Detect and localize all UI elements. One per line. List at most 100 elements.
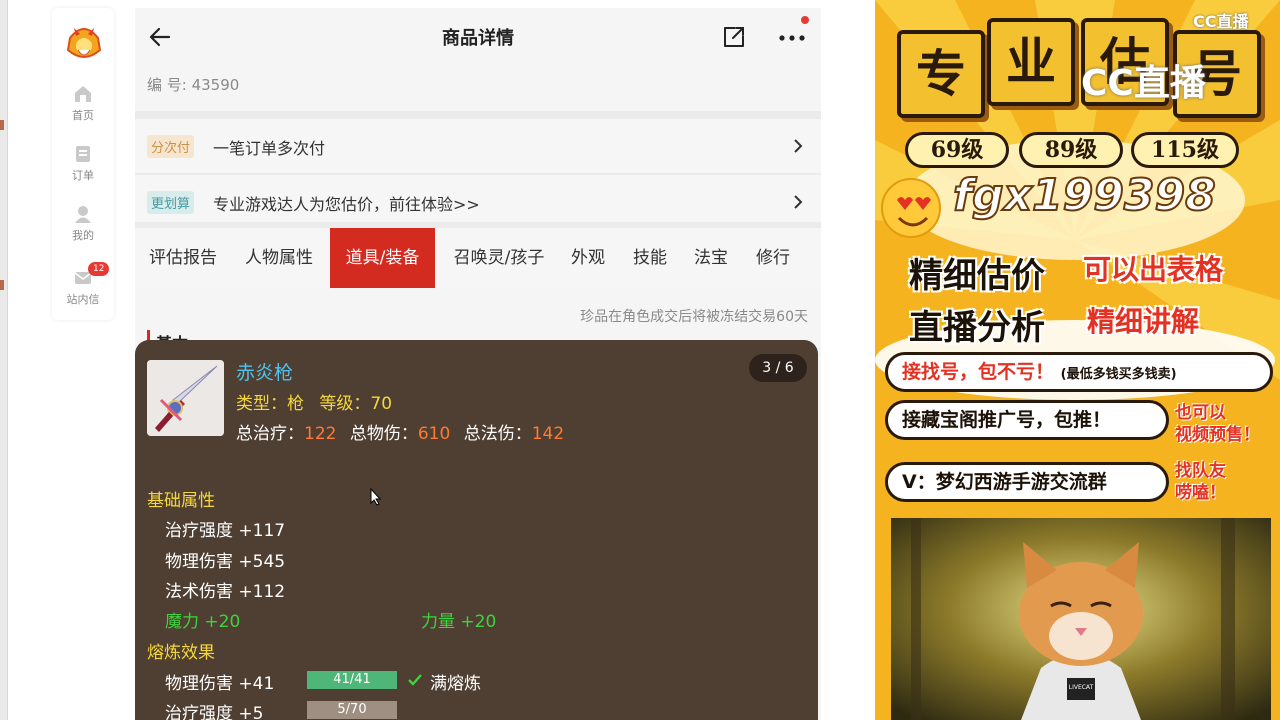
nav-profile-label: 我的 [72,229,94,242]
attribute-row: 物理伤害 +545 [165,547,285,572]
level-value: 70 [370,394,393,414]
promo-side-line: 找队友 [1175,461,1226,481]
promo-pill-1: 接找号，包不亏！ (最低多钱买多钱卖) [885,352,1273,392]
valuation-row[interactable]: 更划算 专业游戏达人为您估价，前往体验>> [135,175,821,229]
heart-eyes-emoji-icon [881,178,941,238]
bonus-attribute-row: 力量 +20 [421,607,496,632]
home-icon [75,86,91,102]
item-name: 赤炎枪 [236,362,294,384]
promo-line-b: 直播分析 [909,308,1045,348]
promo-pill-3-text: V：梦幻西游手游交流群 [902,471,1107,493]
promo-pill-2: 接藏宝阁推广号，包推！ [885,400,1169,440]
chevron-right-icon [794,139,803,153]
tab-cultivation[interactable]: 修行 [739,228,807,288]
more-options-icon[interactable] [777,26,807,48]
promo-side-text: 也可以 视频预售！ [1175,402,1260,446]
tab-summons[interactable]: 召唤灵/孩子 [439,228,559,288]
app-logo-icon[interactable] [64,20,104,64]
type-value: 枪 [287,394,304,414]
title-tile: 业 [987,18,1075,106]
orders-icon [76,146,90,162]
attribute-value: +117 [238,521,286,541]
refine-name: 物理伤害 [165,674,233,694]
valuation-tag: 更划算 [147,191,195,214]
item-detail-popup: 赤炎枪 类型：枪 等级：70 总治疗：122 总物伤：610 总法伤：142 3… [135,340,818,720]
bonus-attribute-name: 力量 [421,612,455,632]
refine-effects-heading: 熔炼效果 [147,643,215,663]
edge-marker [0,120,4,130]
wechat-id: fgx199398 [952,169,1217,222]
page-title: 商品详情 [442,28,514,49]
title-tile: 专 [897,30,985,118]
nav-home-label: 首页 [72,109,94,122]
promo-line-a: 精细估价 [909,256,1045,296]
promo-pill-1-note: (最低多钱买多钱卖) [1060,367,1177,382]
total-heal-label: 总治疗： [236,424,304,444]
streamer-cat-video: LIVECAT [891,518,1271,720]
attribute-name: 物理伤害 [165,552,233,572]
tab-evaluation-report[interactable]: 评估报告 [135,228,231,288]
tab-character-attributes[interactable]: 人物属性 [231,228,327,288]
item-type-level: 类型：枪 等级：70 [236,389,392,414]
edge-marker [0,280,4,290]
nav-orders[interactable]: 订单 [52,144,114,183]
top-bar: 商品详情 [135,8,821,66]
refine-row: 物理伤害 +41 [165,669,274,694]
bonus-attribute-name: 魔力 [165,612,199,632]
bonus-attribute-value: +20 [460,612,497,632]
promo-side-line: 视频预售！ [1175,425,1260,445]
nav-profile[interactable]: 我的 [52,204,114,243]
installment-tag: 分次付 [147,135,195,158]
refine-progress-bar: 5/70 [307,701,397,719]
bonus-attribute-row: 魔力 +20 [165,607,240,632]
mouse-cursor-icon [370,488,382,506]
detail-tabs: 评估报告 人物属性 道具/装备 召唤灵/孩子 外观 技能 法宝 修行 [135,228,821,288]
total-physical-label: 总物伤： [349,424,418,444]
installment-row[interactable]: 分次付 一笔订单多次付 [135,119,821,173]
attribute-row: 治疗强度 +117 [165,516,285,541]
cc-live-logo: CC直播 [1193,12,1249,31]
chevron-right-icon [794,195,803,209]
refine-value: +41 [238,674,275,694]
item-total-stats: 总治疗：122 总物伤：610 总法伤：142 [236,419,564,444]
shirt-logo-text: LIVECAT [1068,684,1094,691]
tab-treasures[interactable]: 法宝 [683,228,739,288]
refine-progress-bar: 41/41 [307,671,397,689]
product-detail-panel: 商品详情 编 号: 43590 分次付 一笔订单多次付 更划算 专业游戏达人为您… [135,8,821,720]
share-icon[interactable] [721,24,747,50]
total-magic-value: 142 [531,424,565,444]
left-edge-strip [0,0,8,720]
cc-live-watermark: CC直播 [1081,63,1206,104]
promo-pill-3: V：梦幻西游手游交流群 [885,462,1169,502]
app-sidebar: 首页 订单 我的 12 站内信 [52,8,114,320]
total-heal-value: 122 [304,424,337,444]
message-count-badge: 12 [88,262,110,276]
level-label: 等级： [319,394,371,414]
notification-dot [801,16,809,24]
type-label: 类型： [236,394,287,414]
section-divider [135,111,821,119]
profile-icon [75,206,91,223]
promo-side-line: 也可以 [1175,403,1226,423]
spear-item-icon [147,360,224,436]
stream-promo-banner: 专 业 估 号 CC直播 CC直播 69级 89级 115级 fgx199398… [875,0,1280,720]
level-badge: 89级 [1019,132,1123,168]
nav-messages[interactable]: 12 站内信 [52,262,114,307]
valuation-text: 专业游戏达人为您估价，前往体验>> [213,195,480,214]
total-magic-label: 总法伤： [463,424,532,444]
level-badge: 115级 [1131,132,1239,168]
promo-side-text: 找队友 唠嗑！ [1175,460,1226,504]
tab-items-equipment[interactable]: 道具/装备 [330,228,435,288]
tab-appearance[interactable]: 外观 [559,228,617,288]
promo-side-line: 唠嗑！ [1175,483,1226,503]
attribute-row: 法术伤害 +112 [165,577,285,602]
refine-value: +5 [238,704,264,720]
nav-orders-label: 订单 [72,169,94,182]
promo-line-a-red: 可以出表格 [1083,253,1224,286]
nav-messages-label: 站内信 [66,293,100,306]
promo-pill-1-text: 接找号，包不亏！ [902,361,1055,383]
total-physical-value: 610 [417,424,451,444]
nav-home[interactable]: 首页 [52,84,114,123]
tab-skills[interactable]: 技能 [617,228,683,288]
refine-row: 治疗强度 +5 [165,699,263,720]
